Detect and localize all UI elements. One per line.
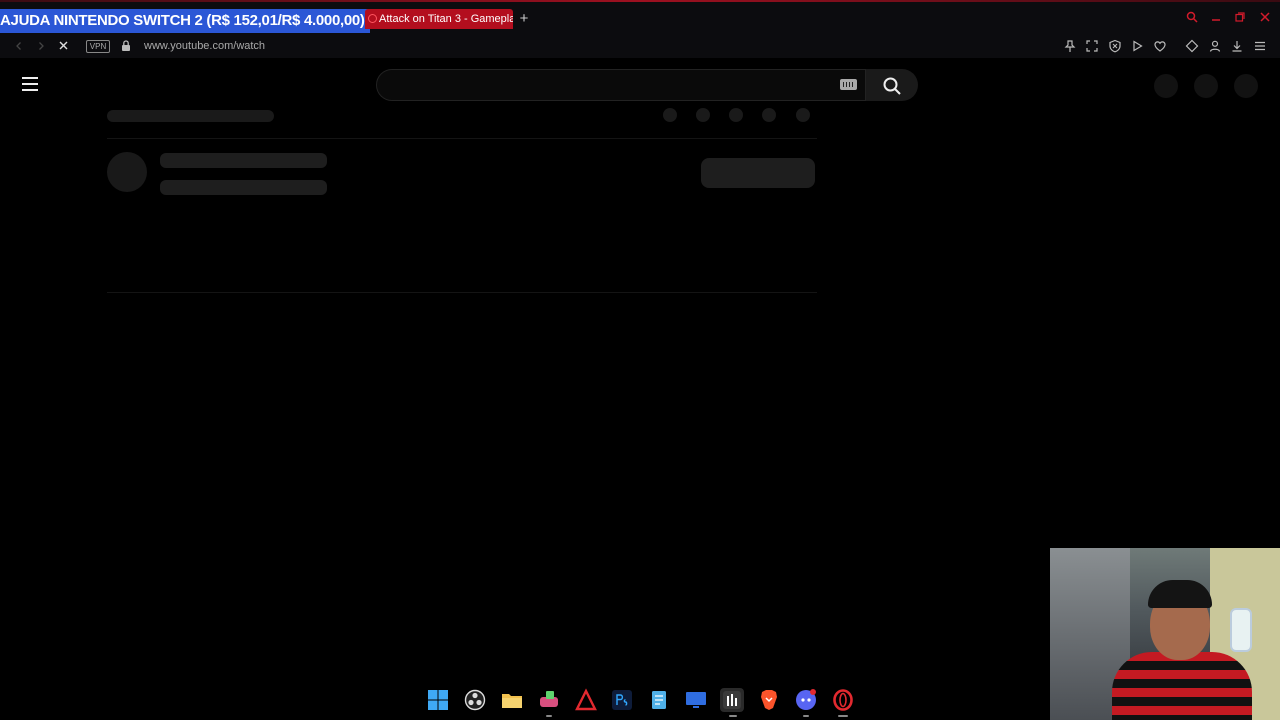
restore-icon[interactable]: [1230, 10, 1250, 28]
skeleton-action: [729, 108, 743, 122]
lock-icon[interactable]: [120, 39, 132, 53]
search-icon: [883, 77, 901, 95]
notifications-placeholder[interactable]: [1194, 74, 1218, 98]
running-indicator: [729, 715, 737, 717]
vpn-badge[interactable]: VPN: [86, 40, 110, 53]
avatar-placeholder[interactable]: [1234, 74, 1258, 98]
search-input[interactable]: [389, 70, 833, 102]
remote-desktop-icon[interactable]: [684, 688, 708, 712]
shield-icon[interactable]: [1108, 39, 1122, 53]
tab-favicon-icon: [368, 14, 377, 23]
discord-icon[interactable]: [794, 688, 818, 712]
download-icon[interactable]: [1230, 39, 1244, 53]
game-app-icon[interactable]: [537, 688, 561, 712]
running-indicator: [546, 715, 552, 717]
skeleton-subscriber-count: [160, 180, 327, 195]
divider: [107, 292, 817, 293]
player-icon[interactable]: [1130, 39, 1144, 53]
back-icon[interactable]: [10, 38, 28, 56]
donation-banner: AJUDA NINTENDO SWITCH 2 (R$ 152,01/R$ 4.…: [0, 9, 370, 33]
search-button[interactable]: [866, 69, 918, 101]
skeleton-action: [796, 108, 810, 122]
opera-gx-icon[interactable]: [831, 688, 855, 712]
tab-title: Attack on Titan 3 - Gameplay: [379, 13, 513, 25]
webcam-person-headset: [1148, 580, 1212, 608]
profile-icon[interactable]: [1208, 39, 1222, 53]
divider: [107, 138, 817, 139]
stop-loading-icon[interactable]: [54, 38, 72, 56]
skeleton-action: [696, 108, 710, 122]
extensions-icon[interactable]: [1185, 39, 1199, 53]
minimize-icon[interactable]: [1206, 10, 1226, 28]
webcam-microphone: [1230, 608, 1252, 652]
streamlabs-icon[interactable]: [720, 688, 744, 712]
autodesk-app-icon[interactable]: [574, 688, 598, 712]
skeleton-action: [762, 108, 776, 122]
webcam-overlay: [1050, 548, 1280, 720]
skeleton-channel-name: [160, 153, 327, 168]
search-box[interactable]: [376, 69, 866, 102]
brave-icon[interactable]: [757, 688, 781, 712]
skeleton-channel-avatar: [107, 152, 147, 192]
forward-icon[interactable]: [32, 38, 50, 56]
skeleton-video-title: [107, 110, 274, 122]
pin-icon[interactable]: [1063, 39, 1077, 53]
photoshop-icon[interactable]: [610, 688, 634, 712]
hamburger-menu-icon[interactable]: [22, 77, 39, 92]
running-indicator: [803, 715, 809, 717]
new-tab-button[interactable]: +: [517, 10, 531, 28]
running-indicator: [838, 715, 848, 717]
skeleton-action: [663, 108, 677, 122]
url-text[interactable]: www.youtube.com/watch: [144, 39, 265, 53]
webcam-person-shirt: [1112, 652, 1252, 720]
donation-banner-text: AJUDA NINTENDO SWITCH 2 (R$ 152,01/R$ 4.…: [0, 12, 365, 29]
skeleton-subscribe-button: [701, 158, 815, 188]
notepad-icon[interactable]: [647, 688, 671, 712]
heart-icon[interactable]: [1153, 39, 1167, 53]
file-explorer-icon[interactable]: [500, 688, 524, 712]
taskbar: [0, 680, 1050, 720]
obs-icon[interactable]: [463, 688, 487, 712]
create-button-placeholder[interactable]: [1154, 74, 1178, 98]
accent-line: [0, 0, 1280, 2]
menu-icon[interactable]: [1253, 39, 1267, 53]
windows-start-icon[interactable]: [426, 688, 450, 712]
snapshot-icon[interactable]: [1085, 39, 1099, 53]
tab-active[interactable]: Attack on Titan 3 - Gameplay: [365, 9, 513, 29]
close-icon[interactable]: [1255, 10, 1275, 28]
search-tabs-icon[interactable]: [1182, 10, 1202, 28]
keyboard-icon[interactable]: [840, 79, 857, 90]
